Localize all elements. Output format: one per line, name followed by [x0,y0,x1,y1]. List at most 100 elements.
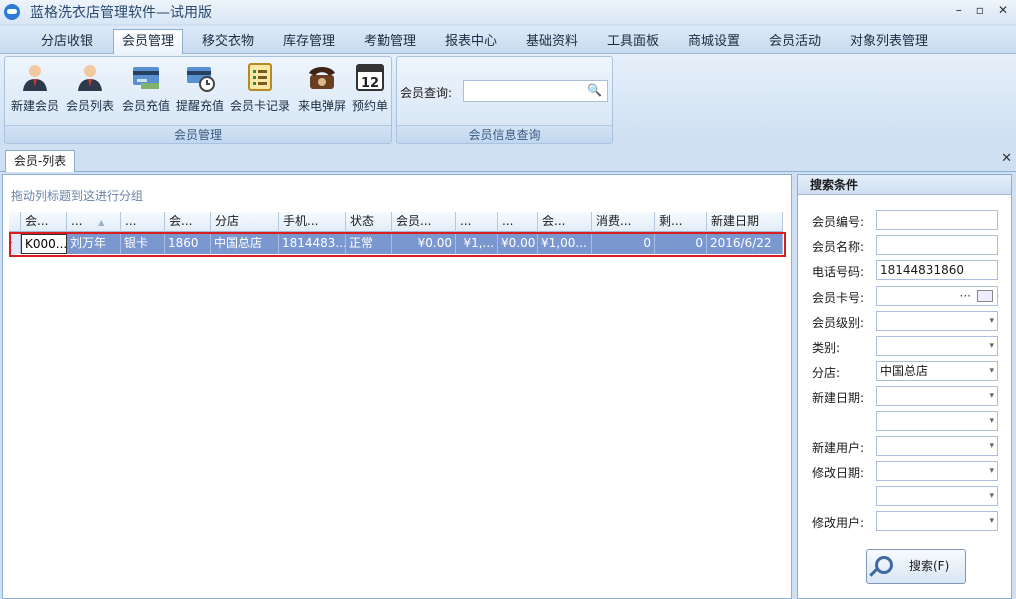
chevron-down-icon[interactable]: ▾ [989,487,994,505]
incoming-call-popup-label: 来电弹屏 [297,99,346,113]
chevron-down-icon[interactable]: ▾ [989,512,994,530]
column-header[interactable]: ... [498,212,538,232]
member-list-button[interactable]: 会员列表 [63,61,117,121]
modified-user-select[interactable]: ▾ [876,511,998,531]
tab-object-list[interactable]: 对象列表管理 [840,29,938,54]
card-number-input[interactable]: ··· [876,286,998,306]
tab-branch-cashier[interactable]: 分店收银 [28,29,106,54]
member-recharge-label: 会员充值 [121,99,170,113]
member-name-input[interactable] [876,235,998,255]
window-title: 蓝格洗衣店管理软件—试用版 [30,5,212,21]
search-icon[interactable]: 🔍 [587,83,1010,97]
group-by-hint: 拖动列标题到这进行分组 [11,189,144,203]
remind-recharge-label: 提醒充值 [175,99,224,113]
card-number-label: 会员卡号: [812,291,865,305]
column-header[interactable]: 新建日期 [707,212,783,232]
ribbon-group-member-management: 新建会员 会员列表 会员充值 提醒充值 会员卡记录 来电弹屏 12 预约单 会员… [4,56,392,144]
card-stack-icon [133,67,159,89]
tab-member-list[interactable]: 会员-列表 [5,150,75,172]
remind-recharge-button[interactable]: 提醒充值 [173,61,227,121]
maximize-button[interactable]: ▫ [976,3,984,17]
column-header[interactable]: ... ▲ [67,212,121,232]
modified-date-to[interactable]: ▾ [876,486,998,506]
selection-highlight-box [9,232,786,257]
sort-asc-icon: ▲ [98,218,105,227]
tab-inventory[interactable]: 库存管理 [273,29,345,54]
search-conditions-panel: 搜索条件 会员编号: 会员名称: 电话号码: 18144831860 会员卡号:… [797,174,1012,599]
chevron-down-icon[interactable]: ▾ [989,362,994,380]
tab-mall-settings[interactable]: 商城设置 [678,29,750,54]
branch-label: 分店: [812,366,841,380]
chevron-down-icon[interactable]: ▾ [989,312,994,330]
tab-tools[interactable]: 工具面板 [597,29,669,54]
reservation-button[interactable]: 12 预约单 [349,61,391,121]
chevron-down-icon[interactable]: ▾ [989,462,994,480]
member-query-label: 会员查询: [400,86,453,100]
column-header[interactable]: 会... [538,212,592,232]
chevron-down-icon[interactable]: ▾ [989,387,994,405]
created-user-select[interactable]: ▾ [876,436,998,456]
column-header[interactable]: 状态 [346,212,392,232]
member-id-input[interactable] [876,210,998,230]
magnifier-icon [875,556,893,574]
column-header[interactable]: 消费... [592,212,655,232]
category-select[interactable]: ▾ [876,336,998,356]
member-card-record-button[interactable]: 会员卡记录 [227,61,293,121]
reservation-label: 预约单 [351,99,388,113]
modified-date-from[interactable]: ▾ [876,461,998,481]
column-header[interactable]: 会员... [392,212,456,232]
member-card-record-label: 会员卡记录 [229,99,290,113]
document-tab-bar: 会员-列表 ✕ [0,147,1016,172]
member-list-label: 会员列表 [65,99,114,113]
chevron-down-icon[interactable]: ▾ [989,412,994,430]
column-header[interactable]: ... [121,212,165,232]
incoming-call-popup-button[interactable]: 来电弹屏 [295,61,349,121]
calendar-icon: 12 [356,64,384,91]
menu-tab-bar: 分店收银 会员管理 移交衣物 库存管理 考勤管理 报表中心 基础资料 工具面板 … [0,26,1016,54]
person-icon [78,65,102,91]
title-bar: 蓝格洗衣店管理软件—试用版 – ▫ ✕ [0,0,1016,24]
new-member-label: 新建会员 [10,99,59,113]
tab-member-activity[interactable]: 会员活动 [759,29,831,54]
column-header[interactable]: 手机... [279,212,346,232]
ellipsis-icon[interactable]: ··· [960,287,971,305]
member-recharge-button[interactable]: 会员充值 [119,61,173,121]
column-header[interactable]: 剩... [655,212,707,232]
grid-header: 会... ... ▲ ... 会... 分店 手机... 状态 会员... ..… [9,212,783,232]
group-label-member-info-query: 会员信息查询 [397,125,612,143]
tab-attendance[interactable]: 考勤管理 [354,29,426,54]
card-clock-icon [187,67,215,92]
row-indicator-header [9,212,21,232]
member-level-select[interactable]: ▾ [876,311,998,331]
person-add-icon [23,65,47,91]
close-button[interactable]: ✕ [998,3,1008,17]
tab-reports[interactable]: 报表中心 [435,29,507,54]
member-name-label: 会员名称: [812,240,865,254]
tab-member-management[interactable]: 会员管理 [113,29,183,54]
chevron-down-icon[interactable]: ▾ [989,337,994,355]
tab-transfer-clothes[interactable]: 移交衣物 [192,29,264,54]
calendar-day: 12 [361,76,379,91]
group-label-member-management: 会员管理 [5,125,391,143]
branch-select[interactable]: 中国总店 ▾ [876,361,998,381]
id-card-icon[interactable] [977,290,993,302]
member-level-label: 会员级别: [812,316,865,330]
category-label: 类别: [812,341,841,355]
phone-label: 电话号码: [812,265,865,279]
column-header[interactable]: 分店 [211,212,279,232]
column-header[interactable]: 会... [21,212,67,232]
created-date-to[interactable]: ▾ [876,411,998,431]
record-list-icon [248,63,272,91]
tab-basic-data[interactable]: 基础资料 [516,29,588,54]
chevron-down-icon[interactable]: ▾ [989,437,994,455]
close-icon[interactable]: ✕ [1001,151,1012,166]
search-button[interactable]: 搜索(F) [866,549,966,584]
search-button-label: 搜索(F) [909,559,950,573]
app-logo-icon [4,4,20,20]
column-header[interactable]: ... [456,212,498,232]
column-header[interactable]: 会... [165,212,211,232]
created-date-from[interactable]: ▾ [876,386,998,406]
phone-input[interactable]: 18144831860 [876,260,998,280]
minimize-button[interactable]: – [956,3,962,17]
new-member-button[interactable]: 新建会员 [7,61,63,121]
